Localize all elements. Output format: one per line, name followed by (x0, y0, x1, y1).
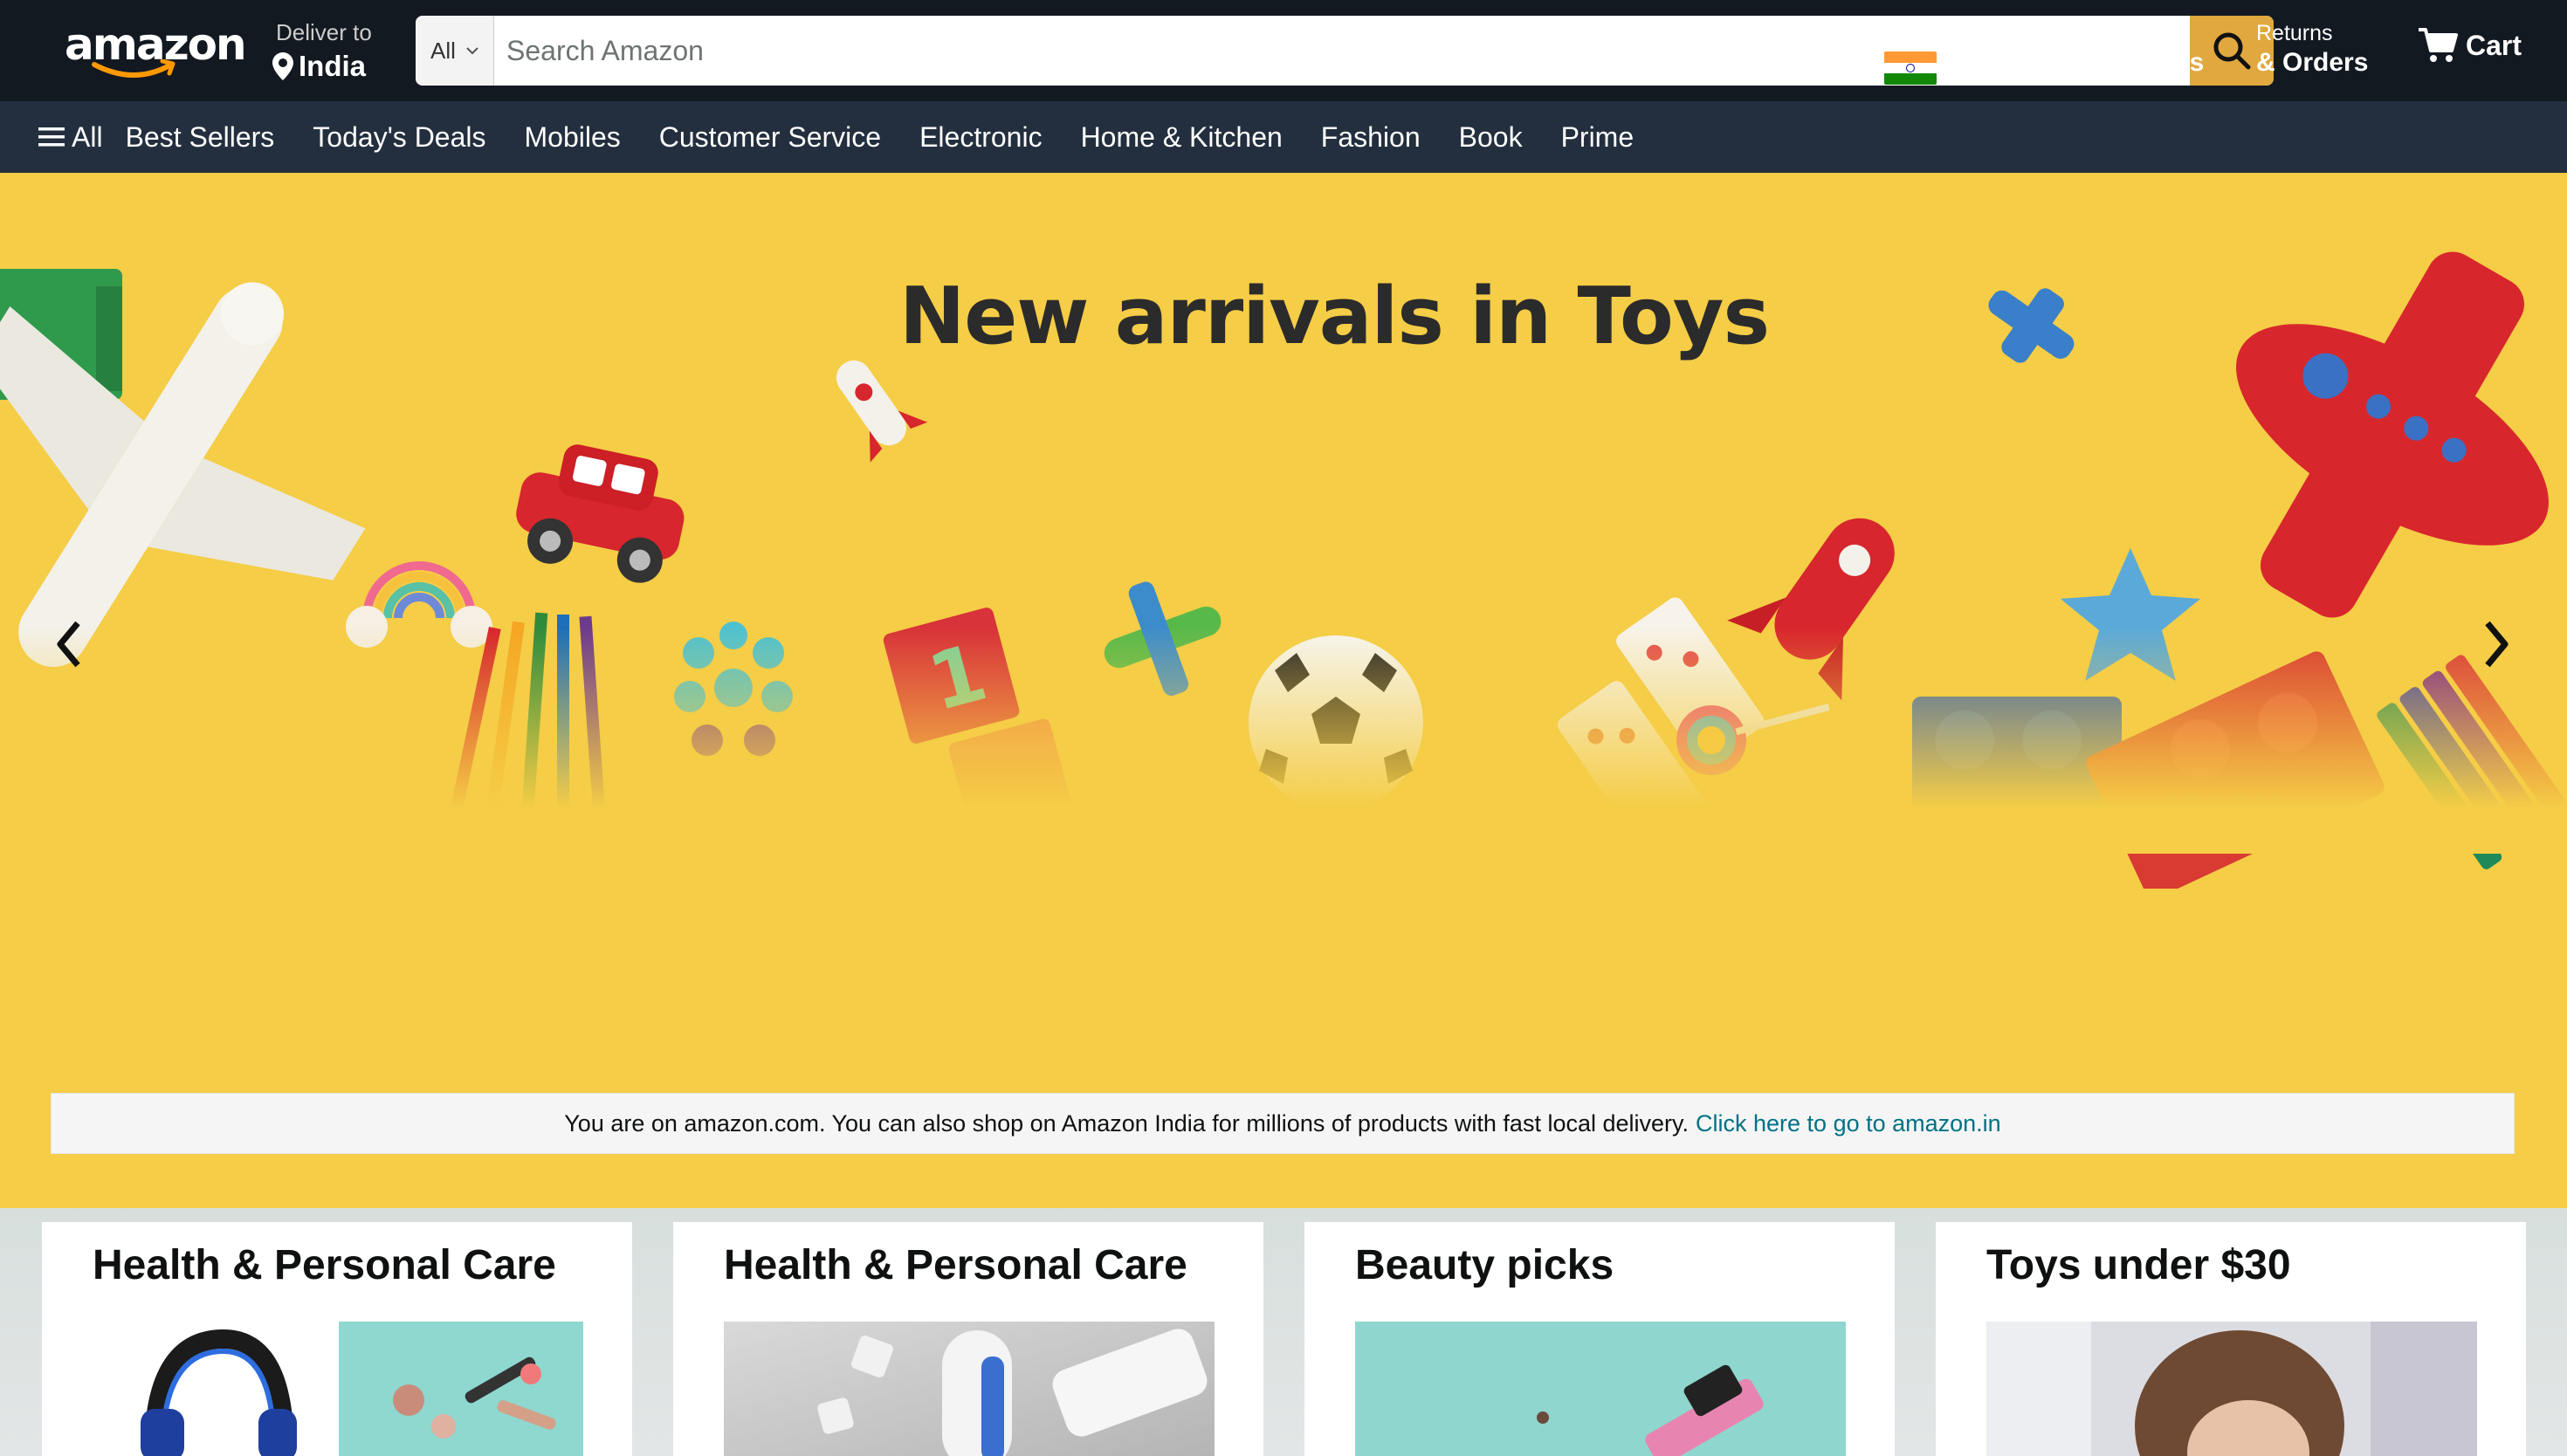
notice-text: You are on amazon.com. You can also shop… (564, 1109, 1690, 1137)
deliver-label: Deliver to (276, 19, 372, 45)
account-greeting: Hello, sign-in (2005, 21, 2131, 45)
top-navbar: amazon Deliver to India All Search Amazo… (0, 0, 2567, 101)
cart-button[interactable]: Cart (2417, 26, 2522, 65)
card-image (724, 1322, 1215, 1456)
caret-down-icon (1944, 72, 1958, 81)
orders-label: & Orders (2256, 48, 2369, 77)
amazon-logo[interactable]: amazon (56, 16, 247, 80)
carousel-prev-button[interactable] (24, 574, 112, 714)
amazon-in-link[interactable]: Click here to go to amazon.in (1696, 1110, 2001, 1137)
nav-link-book[interactable]: Book (1459, 121, 1523, 154)
india-flag-icon (1884, 52, 1937, 85)
secondary-navbar: All Best Sellers Today's Deals Mobiles C… (0, 101, 2567, 173)
card-image-grid (93, 1322, 583, 1456)
nav-link-customer-service[interactable]: Customer Service (659, 121, 881, 154)
hero-fade-overlay (0, 627, 2567, 854)
nav-link-electronic[interactable]: Electronic (919, 121, 1043, 154)
hero-title: New arrivals in Toys (898, 271, 1770, 362)
cart-icon (2419, 28, 2458, 62)
category-card-health-2[interactable]: Health & Personal Care (673, 1222, 1263, 1456)
card-title: Health & Personal Care (93, 1242, 556, 1288)
nav-link-home-kitchen[interactable]: Home & Kitchen (1081, 121, 1283, 154)
nav-link-todays-deals[interactable]: Today's Deals (313, 121, 485, 154)
makeup-image[interactable] (339, 1322, 583, 1456)
location-pin-icon (272, 52, 293, 80)
beauty-products-image[interactable] (1355, 1322, 1846, 1456)
card-title: Beauty picks (1355, 1242, 1614, 1288)
category-card-health-1[interactable]: Health & Personal Care (42, 1222, 632, 1456)
search-category-select[interactable]: All (416, 16, 494, 86)
nav-link-fashion[interactable]: Fashion (1321, 121, 1421, 154)
amazon-india-notice: You are on amazon.com. You can also shop… (51, 1093, 2515, 1154)
language-selector[interactable]: English (1884, 17, 1958, 85)
chevron-down-icon (466, 47, 478, 55)
card-title: Toys under $30 (1986, 1242, 2291, 1288)
chevron-right-icon (2485, 621, 2509, 668)
account-label: Account & Lists (2005, 48, 2205, 77)
hero-carousel[interactable]: 1 (0, 173, 2567, 1208)
nav-link-prime[interactable]: Prime (1561, 121, 1634, 154)
nav-link-mobiles[interactable]: Mobiles (525, 121, 621, 154)
card-image (1986, 1322, 2477, 1456)
carousel-next-button[interactable] (2453, 574, 2541, 714)
child-playing-image[interactable] (1986, 1322, 2477, 1456)
category-card-toys[interactable]: Toys under $30 (1936, 1222, 2526, 1456)
cart-label: Cart (2466, 29, 2522, 61)
language-label: English (1884, 17, 1956, 42)
returns-label: Returns (2256, 21, 2333, 45)
hamburger-menu-icon (38, 127, 65, 147)
search-category-label: All (430, 37, 456, 64)
deliver-to[interactable]: Deliver to India (272, 19, 372, 83)
all-menu-button[interactable]: All (38, 121, 103, 154)
health-products-image[interactable] (724, 1322, 1215, 1456)
all-menu-label: All (72, 120, 103, 153)
card-image (1355, 1322, 1846, 1456)
category-card-beauty[interactable]: Beauty picks (1304, 1222, 1895, 1456)
chevron-left-icon (57, 621, 80, 668)
account-lists[interactable]: Hello, sign-in Account & Lists (2005, 21, 2204, 78)
smile-arrow-icon (92, 59, 175, 78)
nav-link-best-sellers[interactable]: Best Sellers (126, 121, 275, 154)
deliver-location: India (299, 50, 367, 82)
returns-orders[interactable]: Returns & Orders (2256, 21, 2368, 78)
card-title: Health & Personal Care (724, 1242, 1187, 1288)
headphones-image[interactable] (93, 1322, 320, 1456)
search-icon (2213, 32, 2251, 70)
search-bar: All (416, 16, 2274, 86)
